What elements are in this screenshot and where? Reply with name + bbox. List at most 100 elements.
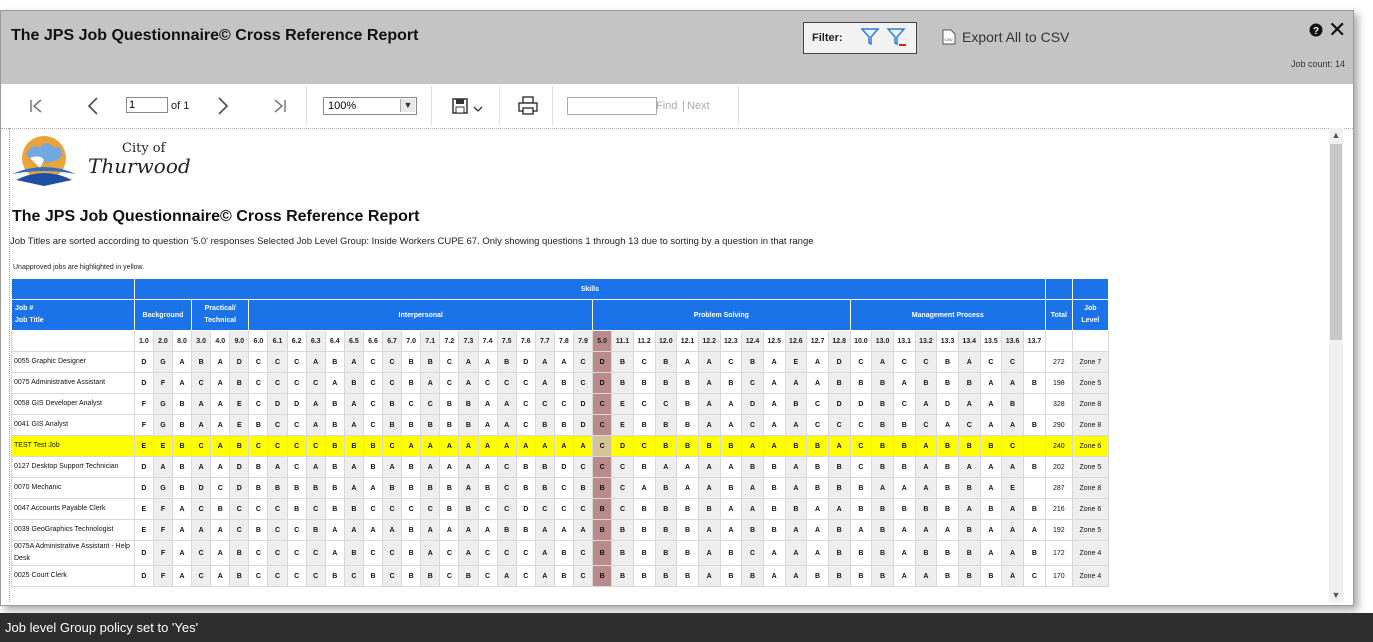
question-header-cell[interactable]: 6.4 [324,330,345,352]
job-title-cell[interactable]: 0047 Accounts Payable Clerk [11,498,135,520]
question-header-cell[interactable]: 7.4 [477,330,498,352]
question-header-cell[interactable]: 7.9 [572,330,594,352]
job-title-cell[interactable]: 0055 Graphic Designer [11,351,135,373]
job-title-cell[interactable]: 0075A Administrative Assistant - Help De… [11,540,135,566]
question-header-cell[interactable]: 5.0 [592,330,613,352]
job-title-cell[interactable]: 0075 Administrative Assistant [11,372,135,394]
job-title-cell[interactable]: 0039 GeoGraphics Technologist [11,519,135,541]
question-header-cell[interactable]: 7.0 [401,330,422,352]
table-row[interactable]: 0075 Administrative Assistant D F A C A B C C C C A… [11,372,1110,394]
table-row[interactable]: 0025 Court Clerk D F A C A B C C C C B C B C B B C B C A C A B C… [11,565,1110,587]
filter-icon[interactable] [860,27,880,47]
table-row[interactable]: 0070 Mechanic D G B D C D B B B B B A A B B B B A B C B B C B B C A… [11,477,1110,499]
table-row[interactable]: 0041 GIS Analyst F G B A A E B C C A B A C B B B B B A A C B B D… [11,414,1110,436]
question-header-cell[interactable]: 6.7 [382,330,403,352]
close-icon[interactable]: ✕ [1328,19,1346,41]
answer-cell: C [420,498,441,520]
save-icon[interactable] [452,98,484,116]
question-header-cell[interactable]: 3.0 [191,330,212,352]
question-header-cell[interactable]: 4.0 [210,330,231,352]
question-header-cell[interactable]: 11.1 [611,330,634,352]
job-title-cell[interactable]: 0058 GIS Developer Analyst [11,393,135,415]
job-title-cell[interactable]: 0041 GIS Analyst [11,414,135,436]
question-header-cell[interactable]: 13.4 [957,330,981,352]
question-header-cell[interactable]: 6.2 [286,330,307,352]
previous-page-icon[interactable] [86,96,100,116]
answer-cell: B [343,540,364,566]
answer-cell: B [324,565,345,587]
question-header-cell[interactable]: 6.6 [362,330,384,352]
answer-cell: B [401,477,422,499]
question-header-cell[interactable]: 8.0 [171,330,193,352]
answer-cell: B [979,498,1003,520]
question-header-cell[interactable]: 13.2 [914,330,938,352]
header-problem-solving: Problem Solving [592,299,851,331]
total-cell: 287 [1044,477,1073,499]
question-header-cell[interactable]: 6.3 [305,330,326,352]
question-header-cell[interactable]: 6.0 [248,330,269,352]
table-row[interactable]: TEST Test Job E E B C A B C C C C B B B C A A A A A A A A A A C D C… [11,435,1110,457]
question-header-cell[interactable]: 12.6 [784,330,808,352]
last-page-icon[interactable] [272,98,288,114]
question-header-cell[interactable]: 7.8 [553,330,574,352]
zoom-select[interactable]: 100% ▼ [323,97,417,115]
question-header-cell[interactable]: 12.8 [827,330,851,352]
question-header-cell[interactable]: 13.7 [1022,330,1046,352]
question-header-cell[interactable]: 13.0 [871,330,894,352]
question-header-cell[interactable]: 12.4 [741,330,764,352]
question-header-cell[interactable]: 2.0 [152,330,174,352]
answer-cell: C [362,540,384,566]
job-title-cell[interactable]: 0127 Desktop Support Technician [11,456,135,478]
question-header-cell[interactable]: 9.0 [229,330,250,352]
find-input[interactable] [567,97,657,115]
question-header-cell[interactable]: 7.7 [534,330,555,352]
next-link[interactable]: Next [687,100,710,112]
question-header-cell[interactable]: 13.5 [979,330,1003,352]
help-icon[interactable]: ? [1309,23,1323,37]
table-row[interactable]: 0127 Desktop Support Technician D A B A A D B A C… [11,456,1110,478]
question-header-cell[interactable]: 13.1 [892,330,916,352]
table-row[interactable]: 0039 GeoGraphics Technologist E F A A A C B C C B A… [11,519,1110,541]
question-header-cell[interactable]: 7.5 [496,330,517,352]
job-title-cell[interactable]: 0070 Mechanic [11,477,135,499]
export-csv-button[interactable]: CSV Export All to CSV [942,29,1069,45]
table-row[interactable]: 0047 Accounts Payable Clerk E F A C B C C C B C B B C… [11,498,1110,520]
question-header-cell[interactable]: 7.2 [439,330,460,352]
question-header-cell[interactable]: 7.1 [420,330,441,352]
job-title-cell[interactable]: TEST Test Job [11,435,135,457]
question-header-cell[interactable]: 13.6 [1001,330,1024,352]
next-page-icon[interactable] [216,96,230,116]
question-header-cell[interactable]: 6.1 [267,330,288,352]
table-row[interactable]: 0058 GIS Developer Analyst F G B A A E C D D A B A C B… [11,393,1110,415]
question-header-cell[interactable]: 12.2 [697,330,721,352]
question-header-cell[interactable]: 13.3 [936,330,959,352]
answer-cell: A [382,519,403,541]
clear-filter-icon[interactable] [886,27,908,49]
scroll-down-icon[interactable]: ▼ [1329,588,1343,602]
print-icon[interactable] [518,96,538,116]
question-header-cell[interactable]: 6.5 [343,330,364,352]
find-link[interactable]: Find [656,100,677,112]
answer-cell: C [248,372,269,394]
vertical-scrollbar[interactable]: ▲ ▼ [1329,128,1343,602]
question-header-cell[interactable]: 12.1 [676,330,699,352]
scrollbar-thumb[interactable] [1330,144,1342,340]
question-header-cell[interactable]: 7.6 [515,330,536,352]
question-header-cell[interactable]: 12.0 [654,330,678,352]
table-row[interactable]: 0055 Graphic Designer D G A B A D C C C A B A C C B B C A A… [11,351,1110,373]
question-header-cell[interactable]: 11.2 [632,330,656,352]
question-header-cell[interactable]: 12.3 [719,330,743,352]
question-header-cell[interactable]: 7.3 [458,330,479,352]
question-header-cell[interactable]: 10.0 [849,330,873,352]
first-page-icon[interactable] [28,98,44,114]
answer-cell: B [439,498,460,520]
answer-cell: D [286,393,307,415]
question-header-cell[interactable]: 12.5 [762,330,786,352]
question-header-cell[interactable]: 1.0 [133,330,154,352]
job-title-cell[interactable]: 0025 Court Clerk [11,565,135,587]
table-row[interactable]: 0075A Administrative Assistant - Help De… [11,540,1110,566]
scroll-up-icon[interactable]: ▲ [1329,128,1343,142]
page-number-input[interactable] [126,97,168,113]
answer-cell: C [477,498,498,520]
question-header-cell[interactable]: 12.7 [806,330,829,352]
